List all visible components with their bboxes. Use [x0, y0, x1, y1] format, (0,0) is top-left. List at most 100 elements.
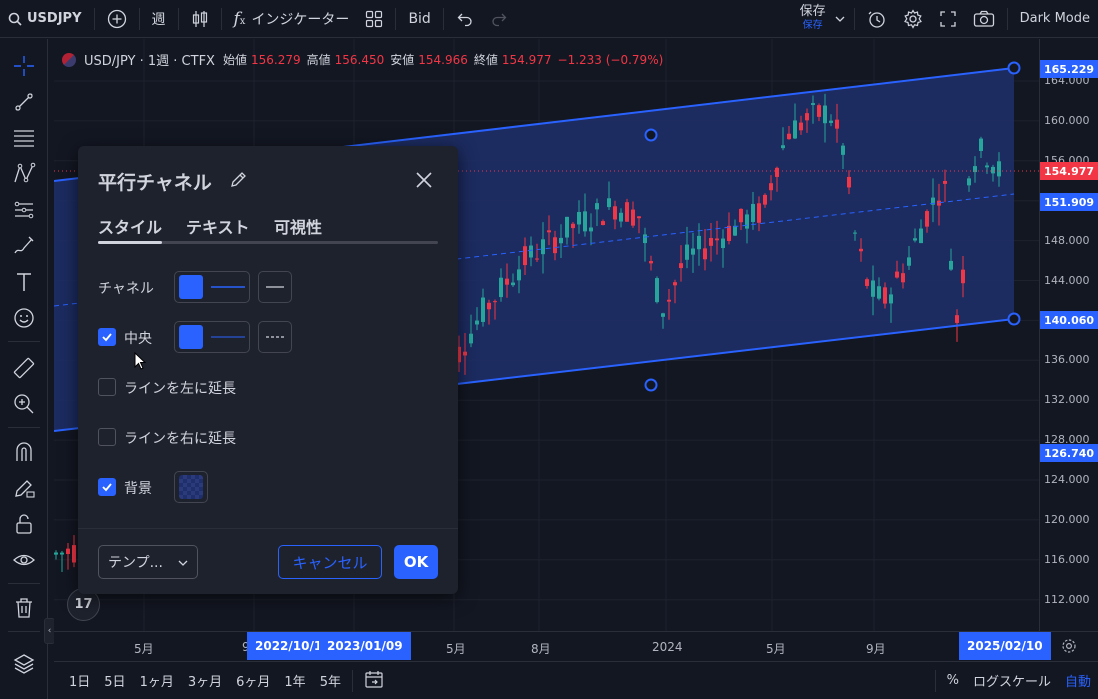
- candle-body: [703, 248, 707, 260]
- range-button[interactable]: 5日: [97, 671, 132, 690]
- log-scale-toggle[interactable]: ログスケール: [966, 671, 1058, 690]
- candle-body: [553, 237, 557, 254]
- snapshot-button[interactable]: [965, 0, 1003, 38]
- brush-tool[interactable]: [11, 233, 37, 259]
- legend-open: 156.279: [250, 52, 301, 67]
- legend-low-label: 安値: [390, 53, 415, 67]
- price-axis[interactable]: 164.000160.000156.000152.000148.000144.0…: [1039, 39, 1098, 631]
- auto-scale-toggle[interactable]: 自動: [1058, 671, 1098, 690]
- lock-all-tool[interactable]: [11, 511, 37, 537]
- trendline-tool[interactable]: [11, 89, 37, 115]
- candle-body: [763, 194, 767, 205]
- fullscreen-button[interactable]: [931, 0, 965, 38]
- interval-button[interactable]: 週: [144, 0, 174, 38]
- channel-handle-upper-right[interactable]: [1007, 61, 1021, 75]
- candle-body: [733, 225, 737, 236]
- text-tool[interactable]: [11, 269, 37, 295]
- candle-body: [787, 133, 791, 140]
- candle-body: [745, 214, 749, 229]
- object-tree-tool[interactable]: [11, 651, 37, 677]
- candle-body: [829, 120, 833, 123]
- magnet-tool[interactable]: [11, 439, 37, 465]
- calendar-goto-icon: [365, 670, 383, 688]
- candle-body: [985, 165, 989, 168]
- time-tick: 5月: [766, 642, 786, 656]
- line-style-preview: [211, 286, 245, 288]
- hide-tool[interactable]: [11, 547, 37, 573]
- range-button[interactable]: 6ヶ月: [229, 671, 277, 690]
- percent-toggle[interactable]: %: [940, 673, 966, 688]
- close-button[interactable]: [414, 170, 434, 190]
- pattern-tool[interactable]: [11, 161, 37, 187]
- time-tick: 5月: [134, 642, 154, 656]
- channel-handle-lower-mid[interactable]: [644, 378, 658, 392]
- candle-body: [955, 315, 959, 323]
- middle-color-picker[interactable]: [174, 321, 250, 353]
- fib-tool[interactable]: [11, 125, 37, 151]
- tab-visibility[interactable]: 可視性: [274, 214, 322, 238]
- ruler-tool[interactable]: [11, 355, 37, 381]
- alert-button[interactable]: [859, 0, 895, 38]
- lock-drawing-tool[interactable]: [11, 475, 37, 501]
- compare-button[interactable]: [99, 0, 135, 38]
- candle-body: [565, 216, 569, 238]
- channel-handle-lower-right[interactable]: [1007, 312, 1021, 326]
- cancel-button[interactable]: キャンセル: [278, 545, 382, 579]
- channel-color-picker[interactable]: [174, 271, 250, 303]
- tab-text[interactable]: テキスト: [186, 214, 250, 238]
- legend-title[interactable]: USD/JPY · 1週 · CTFX: [84, 50, 215, 69]
- save-menu-button[interactable]: [830, 0, 850, 38]
- candle-body: [523, 246, 527, 266]
- extend-left-checkbox[interactable]: [98, 378, 116, 396]
- layouts-button[interactable]: [357, 0, 391, 38]
- candle-body: [919, 228, 923, 244]
- range-button[interactable]: 1年: [277, 671, 312, 690]
- legend-change: −1.233 (−0.79%): [557, 52, 664, 67]
- background-color-picker[interactable]: [174, 471, 208, 503]
- crosshair-tool[interactable]: [11, 53, 37, 79]
- save-button[interactable]: 保存 保存: [796, 0, 830, 38]
- price-type-button[interactable]: Bid: [400, 0, 438, 38]
- lock-icon: [16, 514, 32, 534]
- chart-type-button[interactable]: [183, 0, 217, 38]
- redo-button[interactable]: [482, 0, 516, 38]
- zoom-tool[interactable]: [11, 391, 37, 417]
- channel-handle-upper-mid[interactable]: [644, 128, 658, 142]
- background-checkbox[interactable]: [98, 478, 116, 496]
- goto-date-button[interactable]: [357, 669, 391, 693]
- undo-button[interactable]: [448, 0, 482, 38]
- divider: [8, 427, 40, 428]
- middle-checkbox[interactable]: [98, 328, 116, 346]
- range-button[interactable]: 1ヶ月: [133, 671, 181, 690]
- settings-button[interactable]: [895, 0, 931, 38]
- indicators-button[interactable]: fx インジケーター: [226, 0, 358, 38]
- theme-label: Dark Mode: [1019, 11, 1090, 26]
- divider: [93, 7, 95, 30]
- range-button[interactable]: 3ヶ月: [181, 671, 229, 690]
- forecast-tool[interactable]: [11, 197, 37, 223]
- dialog-footer-divider: [78, 528, 458, 529]
- range-button[interactable]: 5年: [313, 671, 348, 690]
- remove-tool[interactable]: [11, 595, 37, 621]
- symbol-search-button[interactable]: USDJPY: [0, 0, 90, 38]
- middle-label: 中央: [124, 331, 152, 347]
- legend-open-label: 始値: [222, 53, 247, 67]
- rename-button[interactable]: [230, 170, 248, 192]
- candle-body: [877, 286, 881, 299]
- axis-settings-button[interactable]: [1039, 631, 1098, 660]
- background-label: 背景: [124, 481, 152, 497]
- time-axis[interactable]: 5月 9 5月 8月 2024 5月 9月 2022/10/17 2023/01/09 20…: [54, 631, 1051, 660]
- emoji-tool[interactable]: [11, 305, 37, 331]
- middle-line-style-select[interactable]: [258, 321, 292, 353]
- template-dropdown[interactable]: テンプ...: [98, 545, 198, 579]
- candles-icon: [192, 10, 207, 27]
- candle-body: [775, 167, 779, 177]
- ok-button[interactable]: OK: [394, 545, 438, 579]
- channel-line-style-select[interactable]: [258, 271, 292, 303]
- range-button[interactable]: 1日: [62, 671, 97, 690]
- tab-style[interactable]: スタイル: [98, 214, 162, 238]
- extend-right-checkbox[interactable]: [98, 428, 116, 446]
- divider: [351, 669, 353, 692]
- theme-toggle[interactable]: Dark Mode: [1012, 0, 1098, 38]
- candle-body: [841, 145, 845, 155]
